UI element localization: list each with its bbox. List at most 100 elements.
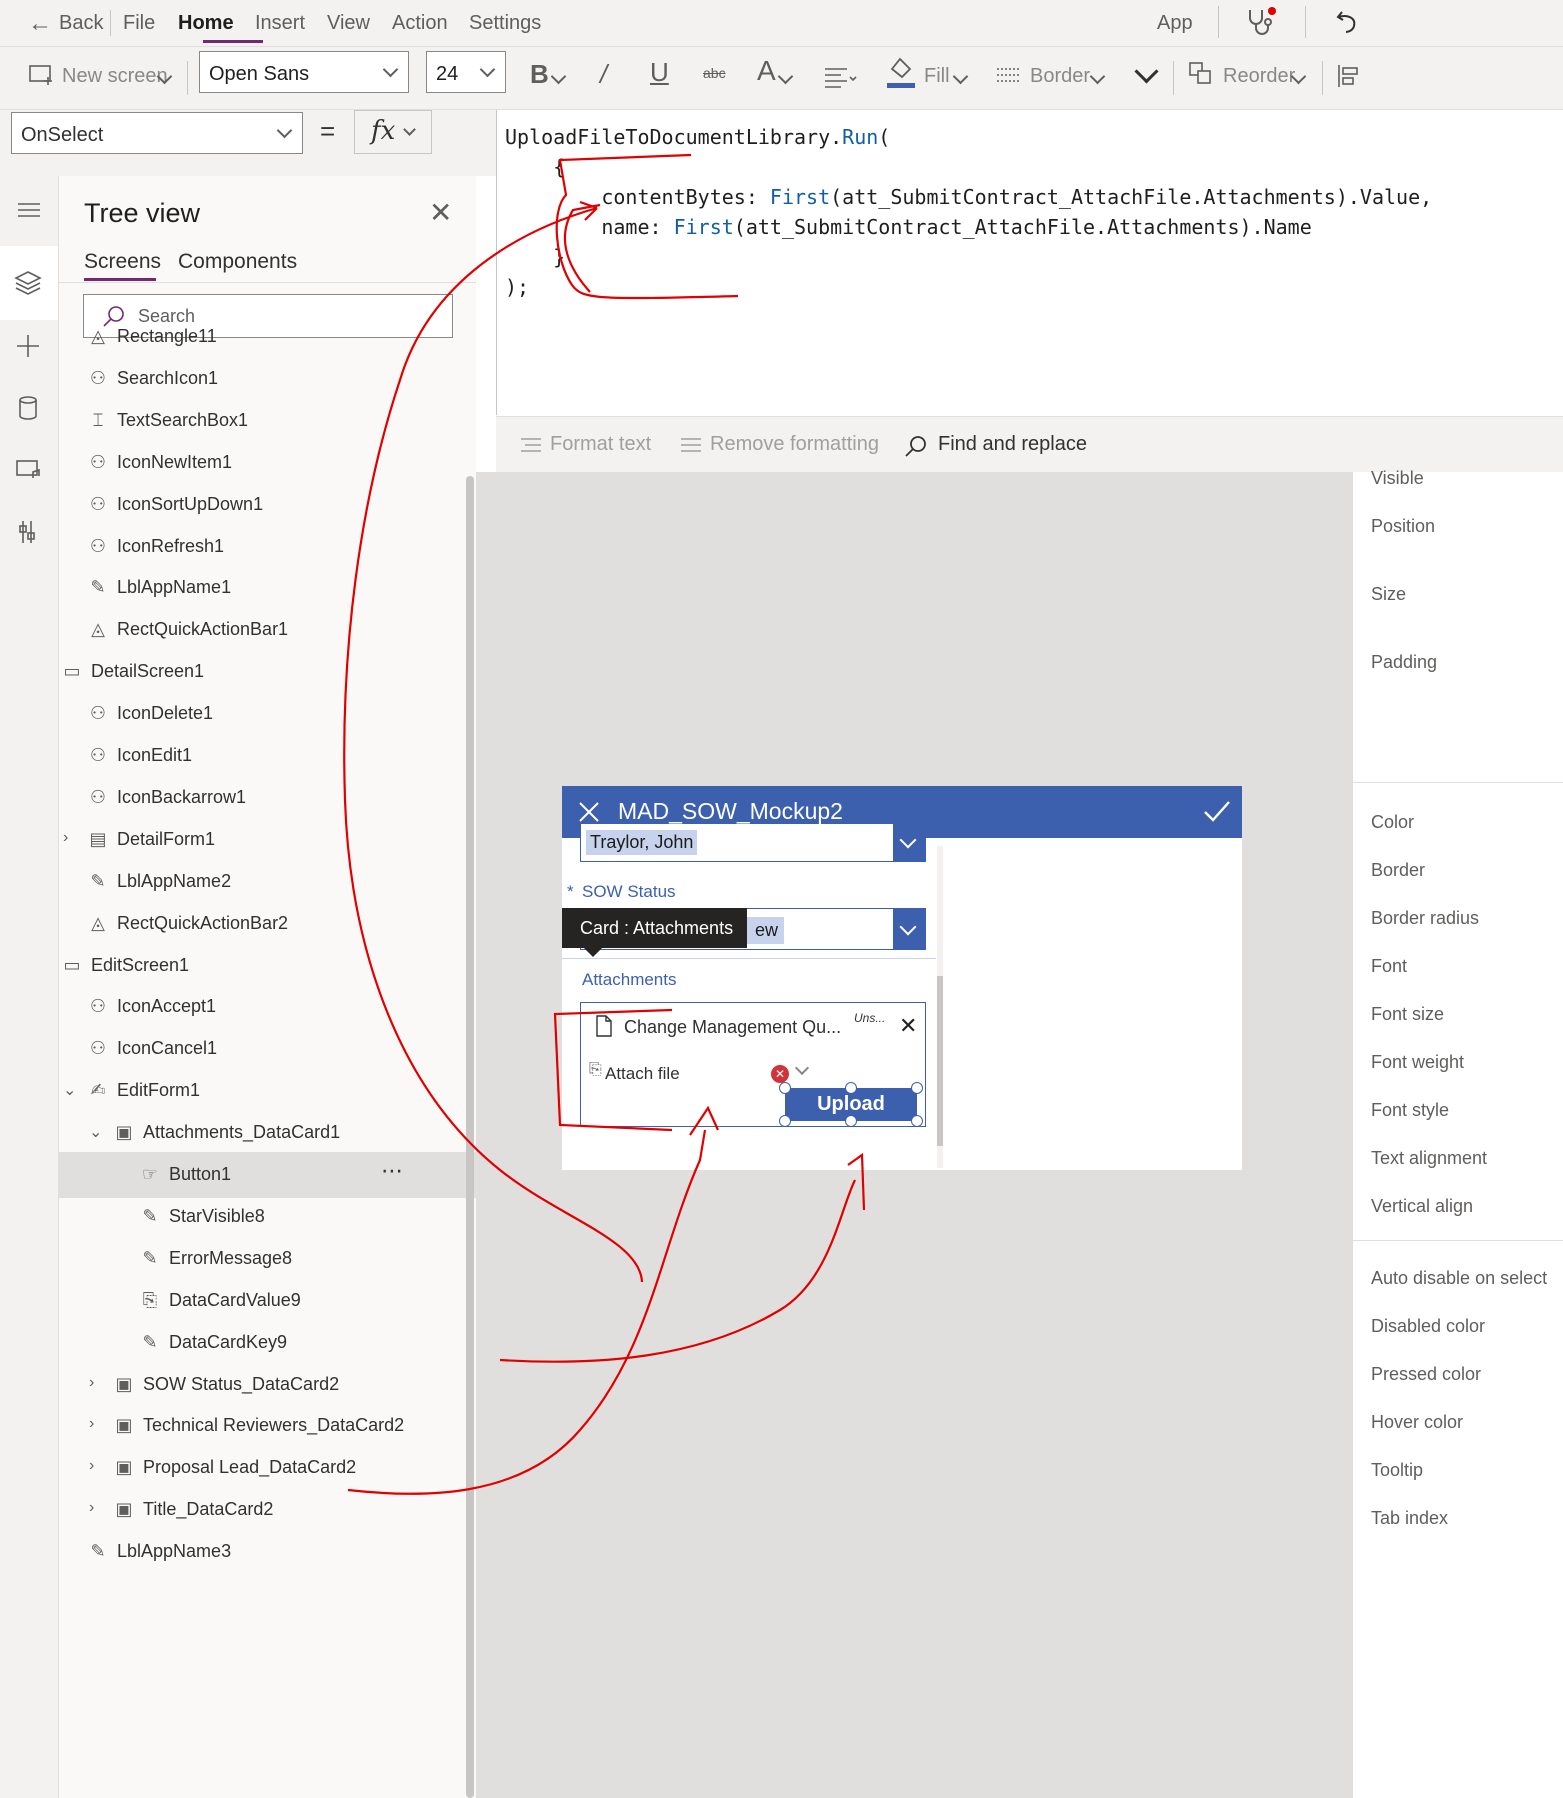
border-button[interactable]: Border	[1030, 65, 1090, 88]
tree-node[interactable]: ⚇ IconAccept1	[59, 984, 476, 1030]
plus-icon[interactable]	[8, 326, 48, 366]
strikethrough-icon[interactable]: abc	[703, 65, 726, 81]
chevron-right-icon[interactable]: ›	[89, 1499, 94, 1517]
tree-node[interactable]: ✎ LblAppName2	[59, 859, 476, 905]
reorder-button[interactable]: Reorder	[1223, 65, 1295, 88]
find-replace-button[interactable]: Find and replace	[938, 433, 1087, 456]
tree-scrollbar[interactable]	[466, 476, 474, 1798]
new-screen-icon[interactable]	[28, 63, 54, 92]
resize-handle[interactable]	[911, 1082, 923, 1094]
stethoscope-icon[interactable]	[1244, 6, 1280, 43]
chevron-down-icon[interactable]	[1089, 68, 1106, 85]
more-options-icon[interactable]: ⋯	[381, 1158, 403, 1184]
underline-icon[interactable]: U	[650, 57, 669, 88]
resize-handle[interactable]	[845, 1115, 857, 1127]
property-label[interactable]: Font size	[1371, 1004, 1444, 1025]
tree-node[interactable]: ⚇ IconRefresh1	[59, 524, 476, 570]
property-label[interactable]: Hover color	[1371, 1412, 1463, 1433]
chevron-down-icon[interactable]	[777, 68, 794, 85]
media-icon[interactable]	[8, 450, 48, 490]
property-label[interactable]: Vertical align	[1371, 1196, 1473, 1217]
property-label[interactable]: Disabled color	[1371, 1316, 1485, 1337]
tree-node[interactable]: ✎ StarVisible8	[59, 1194, 476, 1240]
tree-node[interactable]: › ▣ Proposal Lead_DataCard2	[59, 1445, 476, 1491]
app-checker-label[interactable]: App	[1157, 12, 1193, 35]
chevron-right-icon[interactable]: ›	[89, 1415, 94, 1433]
align-objects-icon[interactable]	[1337, 63, 1361, 94]
tree-node[interactable]: ◬ RectQuickActionBar1	[59, 607, 476, 653]
font-select[interactable]: Open Sans	[199, 51, 409, 93]
chevron-right-icon[interactable]: ›	[89, 1457, 94, 1475]
checkmark-icon[interactable]	[1202, 798, 1232, 829]
chevron-down-icon[interactable]	[952, 68, 969, 85]
fill-bucket-icon[interactable]	[886, 55, 916, 94]
property-label[interactable]: Auto disable on select	[1371, 1268, 1547, 1289]
bold-icon[interactable]: B	[530, 59, 549, 90]
tree-node[interactable]: ⌶ TextSearchBox1	[59, 398, 476, 444]
tree-node[interactable]: ✎ LblAppName3	[59, 1529, 476, 1575]
tree-node[interactable]: ▭ DetailScreen1	[59, 649, 476, 695]
advanced-tools-icon[interactable]	[8, 512, 48, 552]
fill-button[interactable]: Fill	[924, 65, 950, 88]
tab-screens[interactable]: Screens	[84, 250, 161, 274]
attach-file-link[interactable]: Attach file	[605, 1064, 680, 1084]
property-label[interactable]: Font weight	[1371, 1052, 1464, 1073]
new-screen-button[interactable]: New screen	[62, 65, 168, 88]
chevron-down-icon[interactable]: ⌄	[89, 1122, 102, 1142]
tree-node[interactable]: ✎ DataCardKey9	[59, 1320, 476, 1366]
menu-view[interactable]: View	[327, 12, 370, 35]
fx-button[interactable]: fx	[354, 110, 432, 154]
italic-icon[interactable]: /	[600, 59, 607, 90]
menu-home[interactable]: Home	[178, 12, 234, 35]
tree-node[interactable]: ☞ Button1 ⋯	[59, 1152, 476, 1198]
tree-node[interactable]: ⚇ IconSortUpDown1	[59, 482, 476, 528]
formula-editor[interactable]: UploadFileToDocumentLibrary.Run( { conte…	[496, 110, 1563, 415]
resize-handle[interactable]	[779, 1082, 791, 1094]
tree-node[interactable]: ▭ EditScreen1	[59, 943, 476, 989]
property-label[interactable]: Border radius	[1371, 908, 1479, 929]
remove-formatting-icon[interactable]	[680, 437, 702, 460]
sow-status-dropdown-button[interactable]	[893, 909, 925, 949]
tree-node[interactable]: ⚇ IconBackarrow1	[59, 775, 476, 821]
reorder-icon[interactable]	[1188, 61, 1214, 92]
tree-node[interactable]: ✎ LblAppName1	[59, 565, 476, 611]
property-label[interactable]: Font	[1371, 956, 1407, 977]
property-label[interactable]: Size	[1371, 584, 1406, 605]
tree-node[interactable]: ◬ RectQuickActionBar2	[59, 901, 476, 947]
tree-node[interactable]: ⚇ IconCancel1	[59, 1026, 476, 1072]
resize-handle[interactable]	[779, 1115, 791, 1127]
attachment-file-name[interactable]: Change Management Qu...	[624, 1017, 841, 1038]
person-dropdown-button[interactable]	[893, 824, 925, 861]
tree-node[interactable]: ⎘ DataCardValue9	[59, 1278, 476, 1324]
format-text-button[interactable]: Format text	[550, 433, 651, 456]
resize-handle[interactable]	[911, 1115, 923, 1127]
property-label[interactable]: Padding	[1371, 652, 1437, 673]
database-icon[interactable]	[8, 388, 48, 428]
tree-node[interactable]: ⚇ IconEdit1	[59, 733, 476, 779]
more-chevron-icon[interactable]	[1134, 59, 1159, 84]
resize-handle[interactable]	[845, 1082, 857, 1094]
remove-attachment-icon[interactable]: ✕	[899, 1013, 917, 1039]
property-label[interactable]: Font style	[1371, 1100, 1449, 1121]
person-dropdown[interactable]: Traylor, John	[580, 824, 926, 862]
property-label[interactable]: Tab index	[1371, 1508, 1448, 1529]
chevron-down-icon[interactable]: ⌄	[63, 1080, 76, 1100]
property-label[interactable]: Tooltip	[1371, 1460, 1423, 1481]
undo-icon[interactable]	[1334, 8, 1360, 39]
chevron-right-icon[interactable]: ›	[63, 829, 68, 847]
border-icon[interactable]	[996, 67, 1020, 92]
tree-node[interactable]: › ▣ Technical Reviewers_DataCard2	[59, 1403, 476, 1449]
property-label[interactable]: Pressed color	[1371, 1364, 1481, 1385]
close-icon[interactable]: ✕	[429, 196, 452, 229]
hamburger-icon[interactable]	[8, 190, 48, 230]
menu-file[interactable]: File	[123, 12, 155, 35]
font-color-icon[interactable]: A	[757, 55, 776, 87]
tab-components[interactable]: Components	[178, 250, 297, 274]
tree-node[interactable]: ⚇ IconNewItem1	[59, 440, 476, 486]
remove-formatting-button[interactable]: Remove formatting	[710, 433, 879, 456]
property-label[interactable]: Position	[1371, 516, 1435, 537]
property-label[interactable]: Text alignment	[1371, 1148, 1487, 1169]
align-icon[interactable]	[823, 65, 859, 94]
tree-node[interactable]: ◬ Rectangle11	[59, 314, 476, 360]
tree-node[interactable]: ✎ ErrorMessage8	[59, 1236, 476, 1282]
